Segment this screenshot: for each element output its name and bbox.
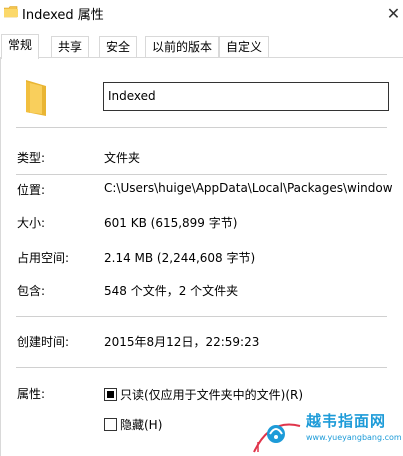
title-bar: Indexed 属性 ✕ xyxy=(0,0,403,30)
tab-security[interactable]: 安全 xyxy=(99,36,138,58)
created-label: 创建时间: xyxy=(17,335,70,349)
watermark-url: www.yueyangbang.com xyxy=(306,433,402,442)
tab-customize[interactable]: 自定义 xyxy=(219,36,270,58)
tab-sharing[interactable]: 共享 xyxy=(51,36,90,58)
size-label: 大小: xyxy=(17,216,46,230)
watermark-text: 越韦指面网 xyxy=(306,412,387,430)
location-label: 位置: xyxy=(17,183,46,197)
size-value: 601 KB (615,899 字节) xyxy=(104,216,238,230)
created-value: 2015年8月12日，22:59:23 xyxy=(104,335,260,349)
close-button[interactable]: ✕ xyxy=(384,1,403,27)
folder-icon xyxy=(4,6,18,18)
separator xyxy=(16,367,387,368)
separator xyxy=(16,127,387,128)
type-label: 类型: xyxy=(17,151,46,165)
tab-previous-versions[interactable]: 以前的版本 xyxy=(145,36,220,58)
contains-label: 包含: xyxy=(17,284,46,298)
separator xyxy=(16,316,387,317)
readonly-label: 只读(仅应用于文件夹中的文件)(R) xyxy=(120,388,304,402)
folder-name-input[interactable]: Indexed xyxy=(103,82,389,111)
hidden-label: 隐藏(H) xyxy=(120,418,163,432)
folder-large-icon xyxy=(26,80,46,116)
size-on-disk-label: 占用空间: xyxy=(17,251,70,265)
location-value: C:\Users\huige\AppData\Local\Packages\wi… xyxy=(104,181,393,195)
attributes-label: 属性: xyxy=(17,387,46,401)
tab-general[interactable]: 常规 xyxy=(1,34,40,59)
contains-value: 548 个文件，2 个文件夹 xyxy=(104,284,239,298)
type-value: 文件夹 xyxy=(104,151,141,165)
window-title: Indexed 属性 xyxy=(22,8,104,23)
tab-bar: 常规 共享 安全 以前的版本 自定义 xyxy=(0,34,403,59)
size-on-disk-value: 2.14 MB (2,244,608 字节) xyxy=(104,251,256,265)
readonly-checkbox[interactable] xyxy=(104,388,117,401)
separator xyxy=(16,174,387,175)
hidden-checkbox[interactable] xyxy=(104,418,117,431)
